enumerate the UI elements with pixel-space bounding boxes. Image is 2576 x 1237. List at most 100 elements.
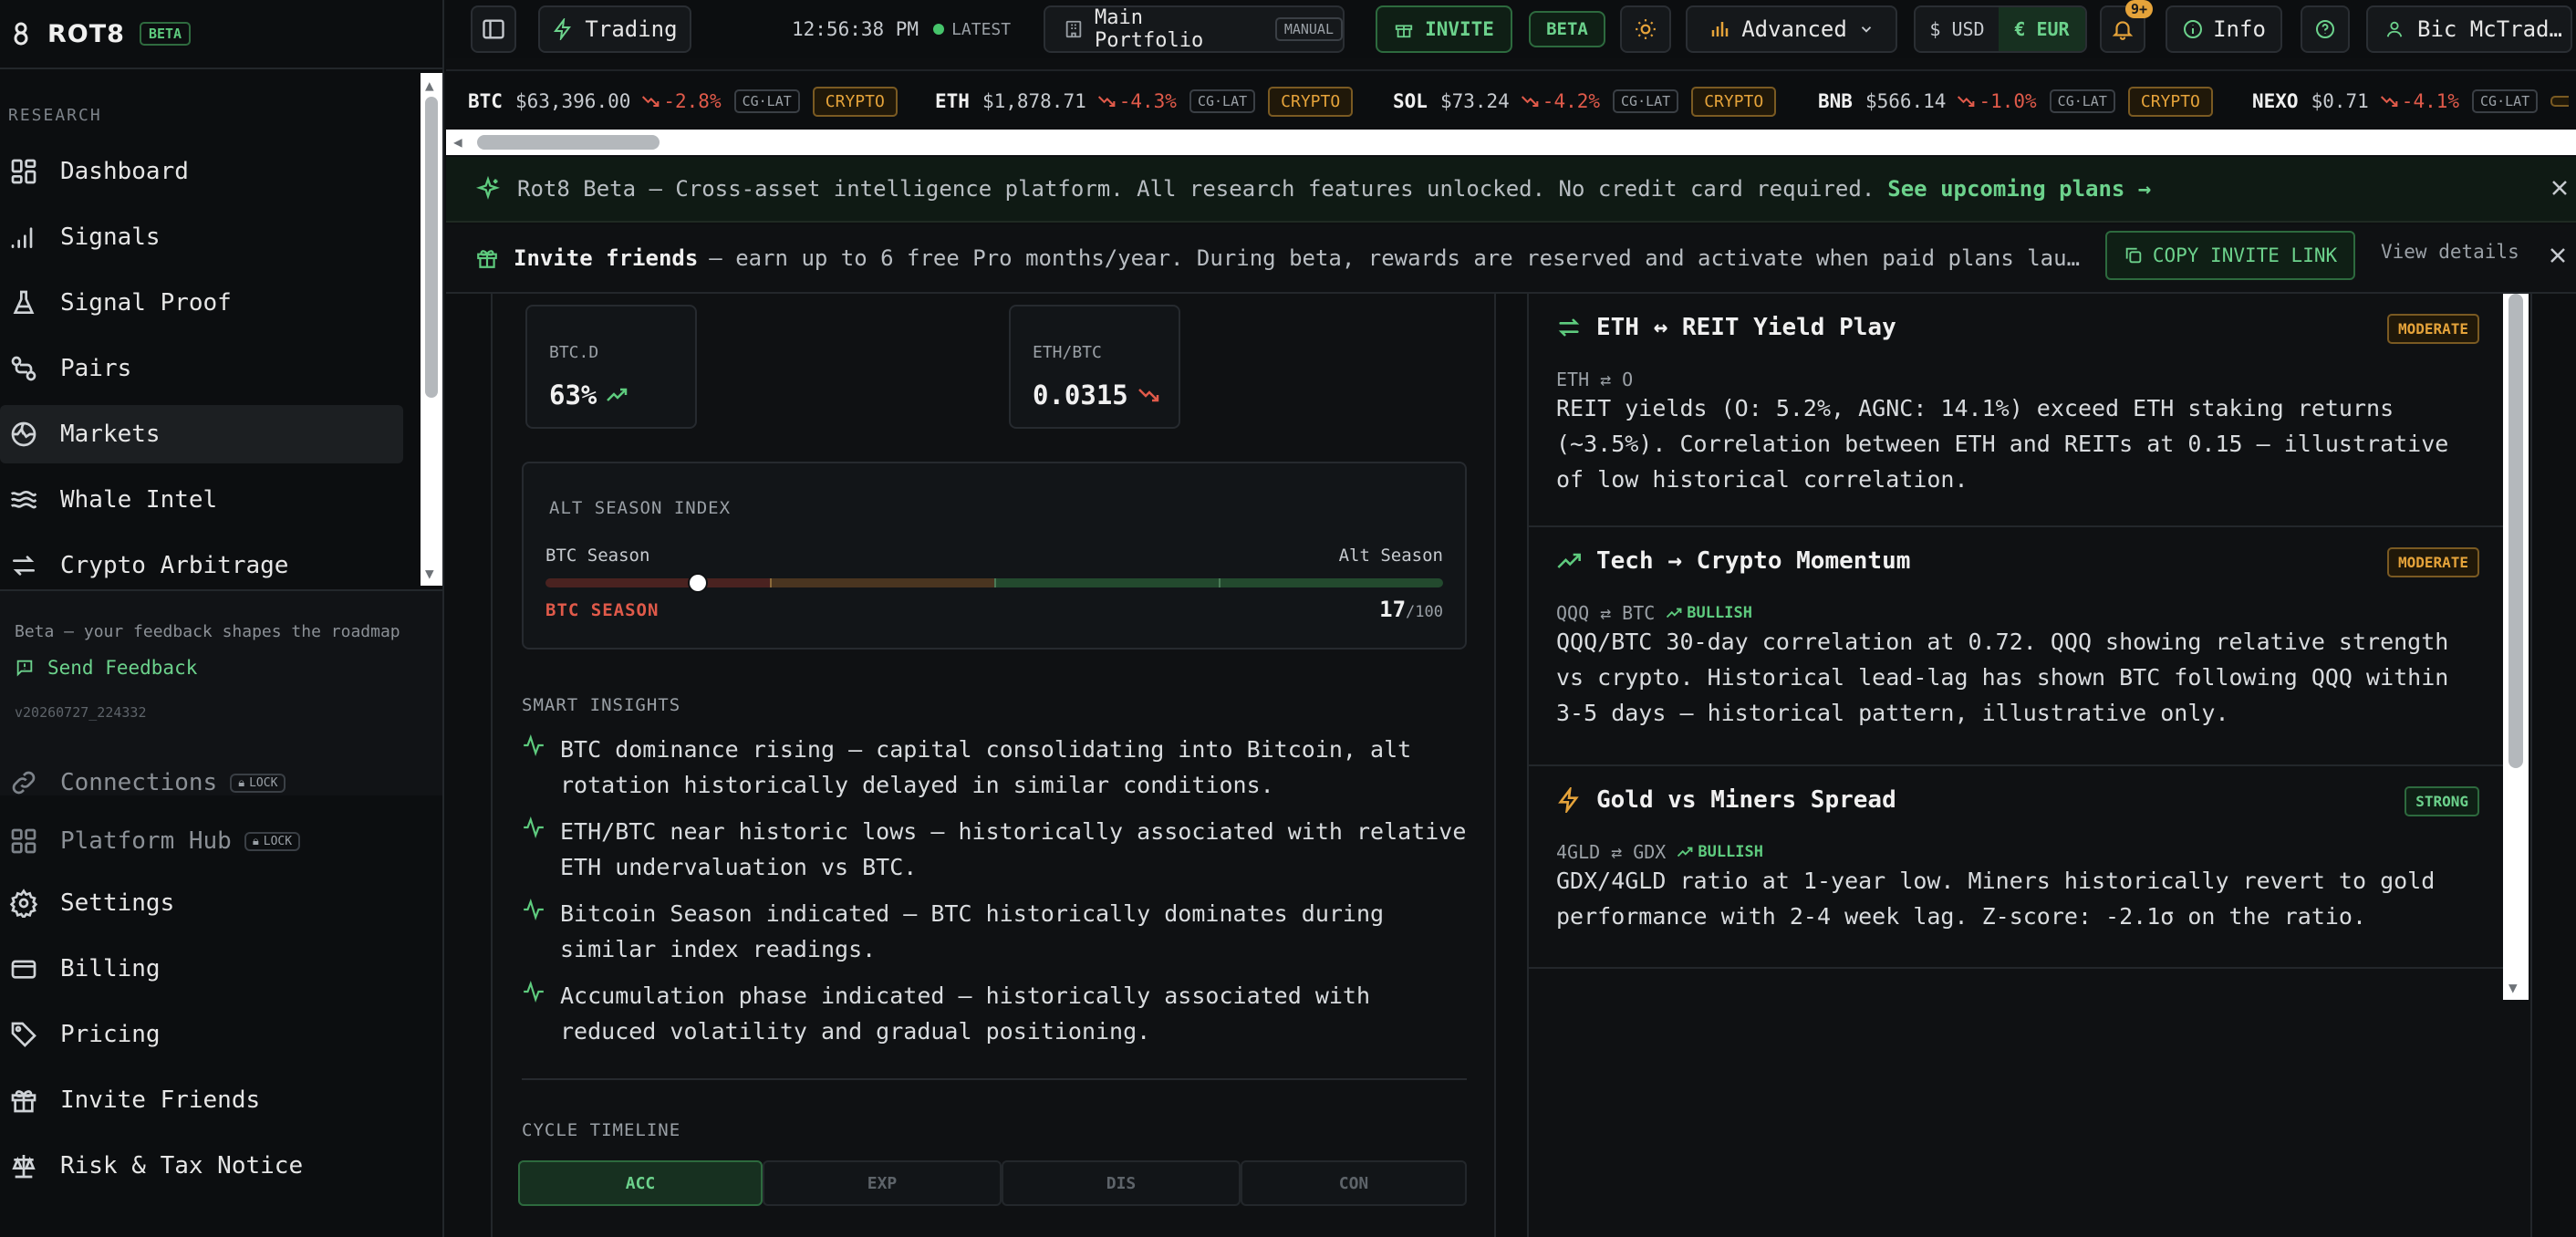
ticker-item-bnb[interactable]: BNB $566.14 -1.0% CG·LAT CRYPTO [1818, 84, 2213, 119]
help-button[interactable] [2301, 5, 2350, 53]
tag-icon [9, 1020, 38, 1049]
trading-button[interactable]: Trading [538, 5, 691, 53]
scroll-down-arrow-icon[interactable]: ▼ [425, 565, 434, 582]
sidebar-item-label: Pairs [60, 355, 132, 382]
bar-chart-icon [1709, 18, 1730, 40]
portfolio-mode-badge: MANUAL [1274, 17, 1343, 41]
lock-label: LOCK [249, 775, 278, 790]
sidebar-item-markets[interactable]: Markets [0, 405, 403, 463]
strength-badge: MODERATE [2386, 314, 2479, 344]
sparkle-icon [475, 176, 501, 202]
sidebar-item-label: Crypto Arbitrage [60, 552, 289, 579]
pair-card[interactable]: ETH ↔ REIT Yield Play MODERATE ETH ⇄ O R… [1529, 294, 2507, 527]
bias-badge: BULLISH [1666, 604, 1752, 622]
scrollbar-thumb[interactable] [477, 135, 660, 150]
metric-number: 63% [549, 379, 597, 411]
invite-button[interactable]: INVITE [1376, 5, 1512, 53]
insight-item: Bitcoin Season indicated — BTC historica… [522, 896, 1470, 967]
ticker-scrollbar[interactable]: ◀ [446, 130, 2576, 155]
asset-a: 4GLD [1556, 841, 1601, 863]
send-feedback-link[interactable]: Send Feedback [15, 657, 197, 679]
close-icon[interactable] [2549, 177, 2574, 203]
phase-dis[interactable]: DIS [1002, 1160, 1241, 1206]
sidebar-item-risk-tax-notice[interactable]: Risk & Tax Notice [0, 1137, 403, 1195]
theme-toggle-button[interactable] [1620, 5, 1671, 53]
sidebar-item-signals[interactable]: Signals [0, 208, 403, 266]
scroll-left-arrow-icon[interactable]: ◀ [453, 133, 462, 151]
sidebar-item-pairs[interactable]: Pairs [0, 339, 403, 398]
swap-icon: ⇄ [1611, 841, 1623, 863]
sidebar-item-platform-hub[interactable]: Platform Hub 🔒︎ LOCK [0, 812, 403, 870]
pair-description: GDX/4GLD ratio at 1-year low. Miners his… [1556, 868, 2436, 930]
live-dot-icon [933, 24, 945, 35]
version-text: v20260727_224332 [15, 704, 147, 721]
user-icon [2384, 19, 2405, 39]
pair-card[interactable]: Tech → Crypto Momentum MODERATE QQQ ⇄ BT… [1529, 527, 2507, 766]
pair-description: REIT yields (O: 5.2%, AGNC: 14.1%) excee… [1556, 395, 2449, 493]
ticker-source-badge: CG·LAT [2049, 89, 2115, 113]
currency-usd-option[interactable]: $ USD [1916, 18, 1999, 40]
sidebar-item-pricing[interactable]: Pricing [0, 1005, 403, 1064]
insight-item: ETH/BTC near historic lows — historicall… [522, 814, 1470, 885]
ticker-price: $566.14 [1864, 90, 1947, 112]
sidebar-item-whale-intel[interactable]: Whale Intel [0, 471, 403, 529]
copy-invite-link-button[interactable]: COPY INVITE LINK [2105, 231, 2355, 280]
pair-card[interactable]: Gold vs Miners Spread STRONG 4GLD ⇄ GDX … [1529, 766, 2507, 969]
ticker-source-badge: CG·LAT [1189, 89, 1256, 113]
scrollbar-thumb[interactable] [425, 97, 438, 398]
rot8-logo-icon[interactable] [13, 22, 29, 46]
scroll-down-arrow-icon[interactable]: ▼ [2508, 979, 2518, 996]
user-menu-button[interactable]: Bic McTrad… [2366, 5, 2572, 53]
phase-acc[interactable]: ACC [518, 1160, 763, 1206]
view-details-link[interactable]: View details [2381, 241, 2519, 263]
scroll-up-arrow-icon[interactable]: ▲ [425, 77, 434, 94]
insight-item: Accumulation phase indicated — historica… [522, 978, 1470, 1049]
chevron-down-icon [1858, 21, 1875, 37]
asset-b: O [1622, 369, 1634, 390]
sidebar-scrollbar[interactable]: ▲ ▼ [421, 73, 442, 586]
sidebar-item-dashboard[interactable]: Dashboard [0, 142, 403, 201]
see-upcoming-plans-link[interactable]: See upcoming plans → [1887, 176, 2151, 202]
ticker-change-value: -4.1% [2401, 90, 2460, 112]
ticker-change-value: -1.0% [1979, 90, 2037, 112]
currency-toggle[interactable]: $ USD € EUR [1914, 5, 2087, 53]
trend-down-icon [2380, 94, 2398, 109]
pairs-scrollbar[interactable]: ▼ [2503, 294, 2529, 1000]
portfolio-selector[interactable]: Main Portfolio MANUAL [1044, 5, 1345, 53]
phase-con[interactable]: CON [1241, 1160, 1467, 1206]
scrollbar-thumb[interactable] [2508, 294, 2523, 768]
info-button[interactable]: Info [2166, 5, 2282, 53]
activity-icon [522, 816, 545, 839]
activity-icon [522, 980, 545, 1003]
ticker-item-btc[interactable]: BTC $63,396.00 -2.8% CG·LAT CRYPTO [468, 84, 898, 119]
btc-dominance-card: BTC.D 63% [525, 305, 697, 429]
strength-badge: MODERATE [2386, 547, 2479, 577]
close-icon[interactable] [2547, 244, 2572, 270]
sidebar-item-settings[interactable]: Settings [0, 874, 403, 932]
currency-eur-option[interactable]: € EUR [1999, 7, 2085, 51]
gear-icon [9, 889, 38, 918]
card-icon [9, 954, 38, 983]
waves-icon [9, 485, 38, 515]
sidebar-item-invite-friends[interactable]: Invite Friends [0, 1071, 403, 1129]
sidebar-item-crypto-arbitrage[interactable]: Crypto Arbitrage [0, 536, 403, 595]
divider [522, 1078, 1467, 1080]
btc-season-label: BTC Season [545, 546, 650, 566]
toggle-sidebar-button[interactable] [471, 5, 516, 53]
score-value: 17 [1379, 597, 1407, 622]
scale-icon [9, 1151, 38, 1180]
sidebar-item-label: Billing [60, 955, 161, 982]
sidebar-item-billing[interactable]: Billing [0, 940, 403, 998]
sidebar-item-connections[interactable]: Connections 🔒︎ LOCK [0, 754, 403, 812]
ticker-item-sol[interactable]: SOL $73.24 -4.2% CG·LAT CRYPTO [1393, 84, 1777, 119]
ticker-item-eth[interactable]: ETH $1,878.71 -4.3% CG·LAT CRYPTO [935, 84, 1354, 119]
alt-season-gauge [545, 575, 1443, 591]
ticker-item-nexo[interactable]: NEXO $0.71 -4.1% CG·LAT [2252, 84, 2570, 119]
metric-value: 63% [549, 379, 628, 411]
ticker-source-badge: CG·LAT [2472, 89, 2539, 113]
sidebar-item-signal-proof[interactable]: Signal Proof [0, 274, 403, 332]
sidebar-item-label: Connections [60, 769, 218, 796]
ticker-price: $1,878.71 [982, 90, 1086, 112]
phase-exp[interactable]: EXP [763, 1160, 1002, 1206]
mode-selector[interactable]: Advanced [1686, 5, 1897, 53]
